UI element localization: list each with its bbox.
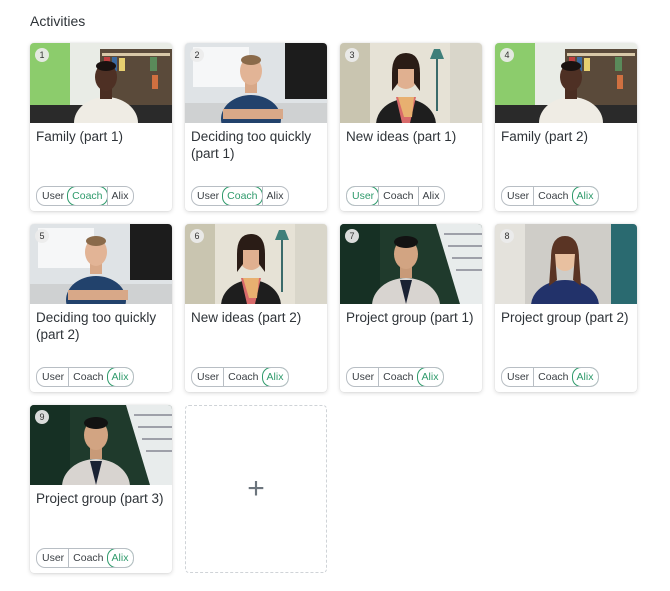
role-option-alix[interactable]: Alix bbox=[106, 187, 134, 205]
activity-thumbnail: 8 bbox=[495, 224, 637, 304]
role-selector: User Coach Alix bbox=[36, 367, 135, 387]
activity-title: Project group (part 3) bbox=[36, 491, 164, 506]
role-selector: User Coach Alix bbox=[36, 548, 135, 568]
role-option-alix[interactable]: Alix bbox=[417, 187, 445, 205]
role-option-alix[interactable]: Alix bbox=[106, 368, 134, 386]
role-option-user[interactable]: User bbox=[37, 549, 68, 567]
role-option-coach[interactable]: Coach bbox=[378, 187, 417, 205]
activity-card[interactable]: 6 New ideas (part 2) User Coach Alix bbox=[185, 224, 327, 392]
activity-thumbnail: 3 bbox=[340, 43, 482, 123]
role-option-coach[interactable]: Coach bbox=[533, 187, 572, 205]
activity-card[interactable]: 5 Deciding too quickly (part 2) User Coach A… bbox=[30, 224, 172, 392]
role-selector: User Coach Alix bbox=[191, 367, 290, 387]
plus-icon: + bbox=[247, 472, 265, 505]
role-option-coach[interactable]: Coach bbox=[533, 368, 572, 386]
activity-number-badge: 6 bbox=[190, 229, 204, 243]
role-option-coach[interactable]: Coach bbox=[378, 368, 417, 386]
role-selector: User Coach Alix bbox=[346, 186, 446, 206]
activity-card[interactable]: 1 Family (part 1) User Coach Alix bbox=[30, 43, 172, 211]
activities-grid: 1 Family (part 1) User Coach Alix 2 Deciding … bbox=[30, 43, 637, 573]
activity-title: Project group (part 1) bbox=[346, 310, 474, 325]
activity-card[interactable]: 4 Family (part 2) User Coach Alix bbox=[495, 43, 637, 211]
activity-card[interactable]: 3 New ideas (part 1) User Coach Alix bbox=[340, 43, 482, 211]
role-selector: User Coach Alix bbox=[501, 367, 600, 387]
activity-number-badge: 1 bbox=[35, 48, 49, 62]
activity-card[interactable]: 9 Project group (part 3) User Coach Alix bbox=[30, 405, 172, 573]
role-option-alix[interactable]: Alix bbox=[106, 549, 134, 567]
role-option-coach[interactable]: Coach bbox=[68, 368, 107, 386]
activity-card[interactable]: 8 Project group (part 2) User Coach Alix bbox=[495, 224, 637, 392]
activity-card[interactable]: 2 Deciding too quickly (part 1) User Coach A… bbox=[185, 43, 327, 211]
role-option-alix[interactable]: Alix bbox=[571, 368, 599, 386]
role-option-user[interactable]: User bbox=[502, 368, 533, 386]
page-title: Activities bbox=[30, 13, 86, 29]
role-option-user[interactable]: User bbox=[192, 187, 223, 205]
activity-thumbnail: 2 bbox=[185, 43, 327, 123]
activity-number-badge: 5 bbox=[35, 229, 49, 243]
role-selector: User Coach Alix bbox=[191, 186, 290, 206]
role-option-user[interactable]: User bbox=[37, 368, 68, 386]
activity-thumbnail: 5 bbox=[30, 224, 172, 304]
activity-number-badge: 3 bbox=[345, 48, 359, 62]
role-option-coach[interactable]: Coach bbox=[67, 187, 108, 205]
role-selector: User Coach Alix bbox=[346, 367, 445, 387]
activity-number-badge: 7 bbox=[345, 229, 359, 243]
add-activity-button[interactable]: + bbox=[185, 405, 327, 573]
activity-thumbnail: 6 bbox=[185, 224, 327, 304]
activity-title: Deciding too quickly (part 2) bbox=[36, 310, 157, 342]
activity-card[interactable]: 7 Project group (part 1) User Coach Alix bbox=[340, 224, 482, 392]
activity-title: Family (part 2) bbox=[501, 129, 589, 144]
role-option-alix[interactable]: Alix bbox=[571, 187, 599, 205]
role-option-coach[interactable]: Coach bbox=[222, 187, 263, 205]
role-option-user[interactable]: User bbox=[37, 187, 68, 205]
activity-thumbnail: 9 bbox=[30, 405, 172, 485]
role-option-alix[interactable]: Alix bbox=[261, 187, 289, 205]
activity-number-badge: 8 bbox=[500, 229, 514, 243]
activity-thumbnail: 4 bbox=[495, 43, 637, 123]
role-option-coach[interactable]: Coach bbox=[68, 549, 107, 567]
role-option-alix[interactable]: Alix bbox=[261, 368, 289, 386]
activity-title: New ideas (part 2) bbox=[191, 310, 302, 325]
role-option-user[interactable]: User bbox=[192, 368, 223, 386]
role-option-alix[interactable]: Alix bbox=[416, 368, 444, 386]
role-option-coach[interactable]: Coach bbox=[223, 368, 262, 386]
role-option-user[interactable]: User bbox=[347, 187, 380, 205]
activity-title: New ideas (part 1) bbox=[346, 129, 457, 144]
activity-number-badge: 4 bbox=[500, 48, 514, 62]
role-selector: User Coach Alix bbox=[36, 186, 135, 206]
activity-thumbnail: 7 bbox=[340, 224, 482, 304]
activity-number-badge: 2 bbox=[190, 48, 204, 62]
activity-thumbnail: 1 bbox=[30, 43, 172, 123]
activity-title: Family (part 1) bbox=[36, 129, 124, 144]
activity-number-badge: 9 bbox=[35, 410, 49, 424]
role-option-user[interactable]: User bbox=[347, 368, 378, 386]
activity-title: Deciding too quickly (part 1) bbox=[191, 129, 312, 161]
role-selector: User Coach Alix bbox=[501, 186, 600, 206]
activity-title: Project group (part 2) bbox=[501, 310, 629, 325]
role-option-user[interactable]: User bbox=[502, 187, 533, 205]
